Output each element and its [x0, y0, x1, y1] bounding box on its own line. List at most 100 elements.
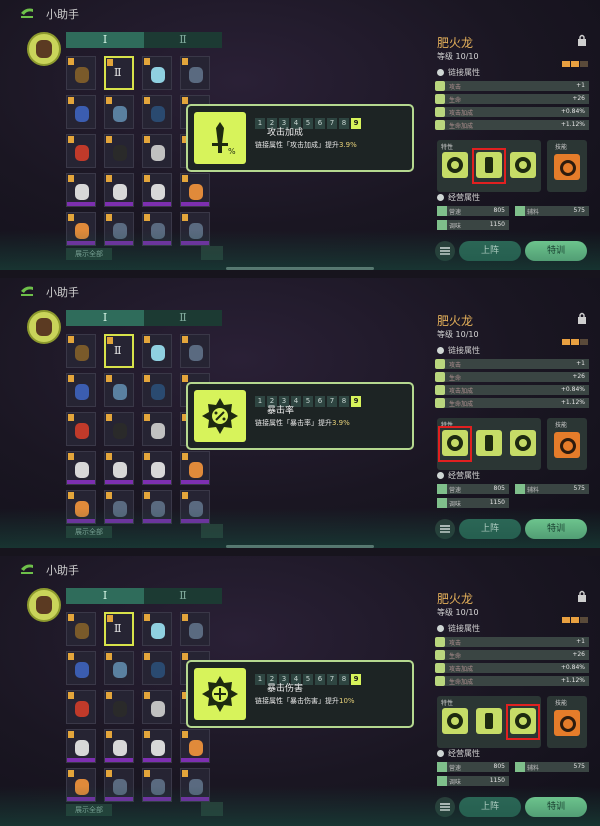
show-all-button[interactable]: 展示全部: [66, 526, 112, 538]
level-5[interactable]: 5: [303, 118, 313, 129]
train-button[interactable]: 特训: [525, 519, 587, 539]
grid-cell[interactable]: [104, 95, 134, 129]
grid-cell[interactable]: [180, 173, 210, 207]
grid-cell[interactable]: [104, 690, 134, 724]
grid-cell[interactable]: [142, 451, 172, 485]
grid-cell[interactable]: [180, 212, 210, 246]
show-all-button[interactable]: 展示全部: [66, 248, 112, 260]
character-avatar[interactable]: [27, 588, 61, 622]
scroll-indicator[interactable]: [226, 267, 374, 270]
grid-cell[interactable]: [104, 373, 134, 407]
tab-2[interactable]: Ⅱ: [144, 32, 222, 48]
grid-cell[interactable]: [180, 612, 210, 646]
grid-cell[interactable]: [66, 690, 96, 724]
grid-cell[interactable]: [66, 768, 96, 802]
grid-cell[interactable]: [142, 212, 172, 246]
filter-button[interactable]: [201, 524, 223, 538]
level-6[interactable]: 6: [315, 396, 325, 407]
grid-cell[interactable]: [104, 451, 134, 485]
level-6[interactable]: 6: [315, 118, 325, 129]
grid-cell[interactable]: [66, 134, 96, 168]
menu-button[interactable]: [435, 241, 455, 261]
level-7[interactable]: 7: [327, 118, 337, 129]
grid-cell[interactable]: [104, 412, 134, 446]
tab-1[interactable]: Ⅰ: [66, 588, 144, 604]
lock-icon[interactable]: [577, 590, 587, 602]
skill-icon[interactable]: [554, 154, 580, 180]
level-5[interactable]: 5: [303, 674, 313, 685]
grid-cell[interactable]: [142, 173, 172, 207]
character-avatar[interactable]: [27, 310, 61, 344]
grid-cell[interactable]: [142, 729, 172, 763]
grid-cell[interactable]: [66, 612, 96, 646]
level-5[interactable]: 5: [303, 396, 313, 407]
grid-cell[interactable]: [104, 729, 134, 763]
grid-cell[interactable]: [180, 490, 210, 524]
grid-cell-selected[interactable]: Ⅱ: [104, 612, 134, 646]
level-1[interactable]: 1: [255, 396, 265, 407]
level-9[interactable]: 9: [351, 118, 361, 129]
skill-icon[interactable]: [554, 710, 580, 736]
feature-icon-3[interactable]: [510, 152, 536, 178]
feature-icon-1[interactable]: [442, 708, 468, 734]
level-1[interactable]: 1: [255, 118, 265, 129]
grid-cell[interactable]: [104, 490, 134, 524]
lock-icon[interactable]: [577, 312, 587, 324]
grid-cell[interactable]: [66, 173, 96, 207]
grid-cell[interactable]: [66, 490, 96, 524]
menu-button[interactable]: [435, 519, 455, 539]
deploy-button[interactable]: 上阵: [459, 241, 521, 261]
level-7[interactable]: 7: [327, 674, 337, 685]
grid-cell[interactable]: [66, 56, 96, 90]
level-9[interactable]: 9: [351, 674, 361, 685]
level-7[interactable]: 7: [327, 396, 337, 407]
tab-2[interactable]: Ⅱ: [144, 588, 222, 604]
grid-cell[interactable]: [142, 373, 172, 407]
back-icon[interactable]: [20, 285, 34, 297]
grid-cell[interactable]: [142, 56, 172, 90]
level-8[interactable]: 8: [339, 118, 349, 129]
grid-cell[interactable]: [104, 651, 134, 685]
grid-cell[interactable]: [142, 612, 172, 646]
level-8[interactable]: 8: [339, 396, 349, 407]
grid-cell[interactable]: [66, 651, 96, 685]
lock-icon[interactable]: [577, 34, 587, 46]
grid-cell[interactable]: [66, 373, 96, 407]
grid-cell[interactable]: [180, 768, 210, 802]
grid-cell[interactable]: [66, 451, 96, 485]
grid-cell[interactable]: [142, 334, 172, 368]
deploy-button[interactable]: 上阵: [459, 519, 521, 539]
train-button[interactable]: 特训: [525, 241, 587, 261]
menu-button[interactable]: [435, 797, 455, 817]
grid-cell[interactable]: [66, 729, 96, 763]
back-icon[interactable]: [20, 7, 34, 19]
feature-icon-1[interactable]: [442, 152, 468, 178]
level-6[interactable]: 6: [315, 674, 325, 685]
train-button[interactable]: 特训: [525, 797, 587, 817]
grid-cell[interactable]: [142, 768, 172, 802]
grid-cell[interactable]: [104, 212, 134, 246]
filter-button[interactable]: [201, 246, 223, 260]
level-8[interactable]: 8: [339, 674, 349, 685]
grid-cell[interactable]: [142, 412, 172, 446]
tab-2[interactable]: Ⅱ: [144, 310, 222, 326]
grid-cell[interactable]: [66, 212, 96, 246]
grid-cell[interactable]: [142, 490, 172, 524]
feature-icon-2[interactable]: [476, 430, 502, 456]
back-icon[interactable]: [20, 563, 34, 575]
scroll-indicator[interactable]: [226, 545, 374, 548]
grid-cell[interactable]: [104, 134, 134, 168]
feature-icon-3[interactable]: [510, 430, 536, 456]
grid-cell[interactable]: [142, 690, 172, 724]
grid-cell[interactable]: [180, 729, 210, 763]
show-all-button[interactable]: 展示全部: [66, 804, 112, 816]
grid-cell[interactable]: [180, 56, 210, 90]
grid-cell[interactable]: [66, 412, 96, 446]
grid-cell-selected[interactable]: Ⅱ: [104, 334, 134, 368]
deploy-button[interactable]: 上阵: [459, 797, 521, 817]
grid-cell[interactable]: [180, 451, 210, 485]
grid-cell[interactable]: [180, 334, 210, 368]
grid-cell[interactable]: [142, 95, 172, 129]
grid-cell[interactable]: [104, 173, 134, 207]
feature-icon-2[interactable]: [476, 708, 502, 734]
